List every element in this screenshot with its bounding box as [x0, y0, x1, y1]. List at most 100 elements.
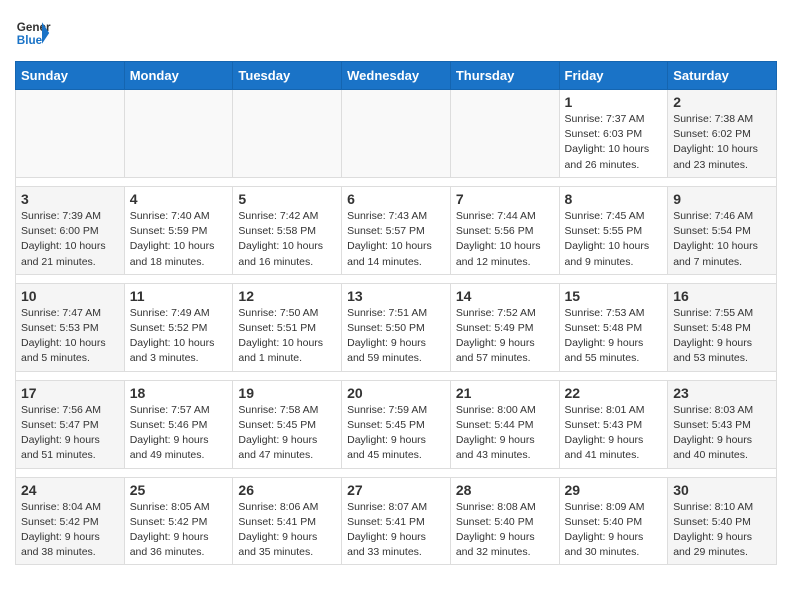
- day-number: 8: [565, 191, 663, 207]
- day-info: Sunrise: 7:58 AM Sunset: 5:45 PM Dayligh…: [238, 403, 336, 464]
- header-monday: Monday: [124, 62, 233, 90]
- day-number: 14: [456, 288, 554, 304]
- day-info: Sunrise: 7:40 AM Sunset: 5:59 PM Dayligh…: [130, 209, 228, 270]
- day-number: 2: [673, 94, 771, 110]
- calendar-cell: 25 Sunrise: 8:05 AM Sunset: 5:42 PM Dayli…: [124, 477, 233, 565]
- calendar-cell: [342, 90, 451, 178]
- calendar-cell: 22Sunrise: 8:01 AM Sunset: 5:43 PM Dayli…: [559, 380, 668, 468]
- calendar-cell: 14 Sunrise: 7:52 AM Sunset: 5:49 PM Dayli…: [450, 283, 559, 371]
- day-info: Sunrise: 8:01 AM Sunset: 5:43 PM Dayligh…: [565, 403, 663, 464]
- calendar-cell: 4 Sunrise: 7:40 AM Sunset: 5:59 PM Daylig…: [124, 186, 233, 274]
- day-info: Sunrise: 8:07 AM Sunset: 5:41 PM Dayligh…: [347, 500, 445, 561]
- day-info: Sunrise: 7:42 AM Sunset: 5:58 PM Dayligh…: [238, 209, 336, 270]
- day-number: 5: [238, 191, 336, 207]
- calendar-cell: 19 Sunrise: 7:58 AM Sunset: 5:45 PM Dayli…: [233, 380, 342, 468]
- day-info: Sunrise: 7:38 AM Sunset: 6:02 PM Dayligh…: [673, 112, 771, 173]
- day-number: 25: [130, 482, 228, 498]
- day-number: 23: [673, 385, 771, 401]
- day-number: 11: [130, 288, 228, 304]
- calendar-cell: 30 Sunrise: 8:10 AM Sunset: 5:40 PM Dayli…: [668, 477, 777, 565]
- day-info: Sunrise: 7:50 AM Sunset: 5:51 PM Dayligh…: [238, 306, 336, 367]
- day-number: 18: [130, 385, 228, 401]
- day-info: Sunrise: 8:05 AM Sunset: 5:42 PM Dayligh…: [130, 500, 228, 561]
- day-info: Sunrise: 7:44 AM Sunset: 5:56 PM Dayligh…: [456, 209, 554, 270]
- day-info: Sunrise: 7:46 AM Sunset: 5:54 PM Dayligh…: [673, 209, 771, 270]
- day-info: Sunrise: 8:03 AM Sunset: 5:43 PM Dayligh…: [673, 403, 771, 464]
- header-friday: Friday: [559, 62, 668, 90]
- day-info: Sunrise: 7:59 AM Sunset: 5:45 PM Dayligh…: [347, 403, 445, 464]
- day-number: 20: [347, 385, 445, 401]
- header-thursday: Thursday: [450, 62, 559, 90]
- day-number: 7: [456, 191, 554, 207]
- day-info: Sunrise: 7:49 AM Sunset: 5:52 PM Dayligh…: [130, 306, 228, 367]
- calendar-cell: 11 Sunrise: 7:49 AM Sunset: 5:52 PM Dayli…: [124, 283, 233, 371]
- logo: General Blue: [15, 15, 51, 51]
- logo-icon: General Blue: [15, 15, 51, 51]
- day-info: Sunrise: 7:39 AM Sunset: 6:00 PM Dayligh…: [21, 209, 119, 270]
- day-info: Sunrise: 7:53 AM Sunset: 5:48 PM Dayligh…: [565, 306, 663, 367]
- day-number: 19: [238, 385, 336, 401]
- day-number: 12: [238, 288, 336, 304]
- calendar-cell: 29Sunrise: 8:09 AM Sunset: 5:40 PM Dayli…: [559, 477, 668, 565]
- day-number: 9: [673, 191, 771, 207]
- week-separator: [16, 468, 777, 477]
- week-row-5: 24 Sunrise: 8:04 AM Sunset: 5:42 PM Dayli…: [16, 477, 777, 565]
- calendar-cell: 26Sunrise: 8:06 AM Sunset: 5:41 PM Dayli…: [233, 477, 342, 565]
- day-info: Sunrise: 8:04 AM Sunset: 5:42 PM Dayligh…: [21, 500, 119, 561]
- calendar-cell: 10 Sunrise: 7:47 AM Sunset: 5:53 PM Dayli…: [16, 283, 125, 371]
- week-row-3: 10 Sunrise: 7:47 AM Sunset: 5:53 PM Dayli…: [16, 283, 777, 371]
- calendar-cell: 12 Sunrise: 7:50 AM Sunset: 5:51 PM Dayli…: [233, 283, 342, 371]
- week-separator: [16, 177, 777, 186]
- calendar-cell: 7 Sunrise: 7:44 AM Sunset: 5:56 PM Daylig…: [450, 186, 559, 274]
- day-number: 1: [565, 94, 663, 110]
- day-info: Sunrise: 7:57 AM Sunset: 5:46 PM Dayligh…: [130, 403, 228, 464]
- calendar-table: SundayMondayTuesdayWednesdayThursdayFrid…: [15, 61, 777, 565]
- day-info: Sunrise: 7:47 AM Sunset: 5:53 PM Dayligh…: [21, 306, 119, 367]
- calendar-cell: [124, 90, 233, 178]
- calendar-cell: 3 Sunrise: 7:39 AM Sunset: 6:00 PM Daylig…: [16, 186, 125, 274]
- calendar-cell: 15Sunrise: 7:53 AM Sunset: 5:48 PM Dayli…: [559, 283, 668, 371]
- day-info: Sunrise: 7:45 AM Sunset: 5:55 PM Dayligh…: [565, 209, 663, 270]
- page-header: General Blue: [15, 15, 777, 51]
- day-number: 13: [347, 288, 445, 304]
- day-number: 30: [673, 482, 771, 498]
- day-number: 24: [21, 482, 119, 498]
- week-row-4: 17 Sunrise: 7:56 AM Sunset: 5:47 PM Dayli…: [16, 380, 777, 468]
- week-row-2: 3 Sunrise: 7:39 AM Sunset: 6:00 PM Daylig…: [16, 186, 777, 274]
- header-saturday: Saturday: [668, 62, 777, 90]
- day-info: Sunrise: 8:10 AM Sunset: 5:40 PM Dayligh…: [673, 500, 771, 561]
- calendar-cell: 2 Sunrise: 7:38 AM Sunset: 6:02 PM Daylig…: [668, 90, 777, 178]
- day-number: 16: [673, 288, 771, 304]
- week-row-1: 1Sunrise: 7:37 AM Sunset: 6:03 PM Daylig…: [16, 90, 777, 178]
- day-number: 4: [130, 191, 228, 207]
- week-separator: [16, 274, 777, 283]
- calendar-cell: 13 Sunrise: 7:51 AM Sunset: 5:50 PM Dayli…: [342, 283, 451, 371]
- calendar-cell: [16, 90, 125, 178]
- calendar-cell: 9 Sunrise: 7:46 AM Sunset: 5:54 PM Daylig…: [668, 186, 777, 274]
- calendar-cell: 18 Sunrise: 7:57 AM Sunset: 5:46 PM Dayli…: [124, 380, 233, 468]
- day-number: 17: [21, 385, 119, 401]
- day-info: Sunrise: 7:56 AM Sunset: 5:47 PM Dayligh…: [21, 403, 119, 464]
- calendar-cell: 8 Sunrise: 7:45 AM Sunset: 5:55 PM Daylig…: [559, 186, 668, 274]
- day-number: 6: [347, 191, 445, 207]
- header-wednesday: Wednesday: [342, 62, 451, 90]
- header-sunday: Sunday: [16, 62, 125, 90]
- day-info: Sunrise: 7:43 AM Sunset: 5:57 PM Dayligh…: [347, 209, 445, 270]
- calendar-cell: 24 Sunrise: 8:04 AM Sunset: 5:42 PM Dayli…: [16, 477, 125, 565]
- day-number: 3: [21, 191, 119, 207]
- calendar-cell: 28Sunrise: 8:08 AM Sunset: 5:40 PM Dayli…: [450, 477, 559, 565]
- calendar-cell: 6 Sunrise: 7:43 AM Sunset: 5:57 PM Daylig…: [342, 186, 451, 274]
- day-number: 21: [456, 385, 554, 401]
- day-info: Sunrise: 7:51 AM Sunset: 5:50 PM Dayligh…: [347, 306, 445, 367]
- day-info: Sunrise: 8:08 AM Sunset: 5:40 PM Dayligh…: [456, 500, 554, 561]
- day-number: 10: [21, 288, 119, 304]
- day-number: 27: [347, 482, 445, 498]
- day-info: Sunrise: 7:52 AM Sunset: 5:49 PM Dayligh…: [456, 306, 554, 367]
- day-info: Sunrise: 7:55 AM Sunset: 5:48 PM Dayligh…: [673, 306, 771, 367]
- header-tuesday: Tuesday: [233, 62, 342, 90]
- calendar-cell: 1Sunrise: 7:37 AM Sunset: 6:03 PM Daylig…: [559, 90, 668, 178]
- calendar-cell: 5 Sunrise: 7:42 AM Sunset: 5:58 PM Daylig…: [233, 186, 342, 274]
- svg-text:Blue: Blue: [17, 34, 43, 47]
- calendar-cell: [233, 90, 342, 178]
- day-info: Sunrise: 8:06 AM Sunset: 5:41 PM Dayligh…: [238, 500, 336, 561]
